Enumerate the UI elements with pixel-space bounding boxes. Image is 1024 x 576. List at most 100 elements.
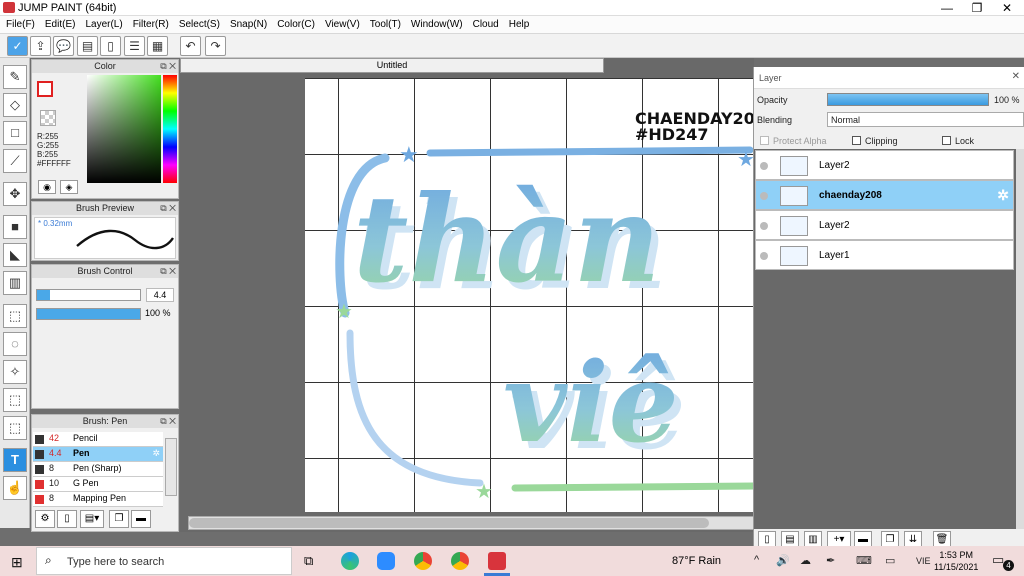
tool-gradient[interactable]: ▥ [3, 271, 27, 295]
menu-snap[interactable]: Snap(N) [225, 16, 272, 34]
task-view-icon[interactable]: ⧉ [304, 553, 313, 569]
tool-bucket[interactable]: ◣ [3, 243, 27, 267]
layer-row[interactable]: Layer1 [755, 240, 1014, 270]
menu-window[interactable]: Window(W) [406, 16, 468, 34]
brush-opacity-slider[interactable] [36, 308, 141, 320]
brush-size-slider[interactable] [36, 289, 141, 301]
tool-eraser[interactable]: ◇ [3, 93, 27, 117]
windows-start-icon[interactable]: ⊞ [11, 554, 23, 571]
clipping-checkbox[interactable] [852, 136, 861, 145]
list-button[interactable]: ☰ [124, 36, 145, 56]
panel-float-close-icon[interactable]: ⧉ ✕ [160, 265, 176, 278]
visibility-toggle[interactable] [760, 192, 768, 200]
brush-list-scrollbar[interactable] [165, 438, 177, 496]
tool-rect-select[interactable]: ⬚ [3, 304, 27, 328]
tool-shape[interactable]: □ [3, 121, 27, 145]
layer-panel-close-icon[interactable]: ✕ [1012, 71, 1020, 82]
tool-magic-wand[interactable]: ✧ [3, 360, 27, 384]
transparent-color-swatch[interactable] [40, 110, 56, 126]
panel-float-close-icon[interactable]: ⧉ ✕ [160, 202, 176, 215]
zoom-icon[interactable] [377, 552, 395, 570]
menu-help[interactable]: Help [504, 16, 535, 34]
tool-move[interactable]: ✥ [3, 182, 27, 206]
menu-cloud[interactable]: Cloud [468, 16, 504, 34]
brush-item[interactable]: 8 Mapping Pen [33, 492, 163, 507]
chrome-profile-icon[interactable] [451, 552, 469, 570]
layer-row[interactable]: chaenday208 ✲ [755, 180, 1014, 210]
menu-edit[interactable]: Edit(E) [40, 16, 81, 34]
canvas-horizontal-scrollbar[interactable] [188, 516, 754, 530]
menu-select[interactable]: Select(S) [174, 16, 225, 34]
language-indicator[interactable]: VIE [916, 556, 931, 566]
weather-widget[interactable]: 87°F Rain [672, 555, 721, 567]
cloud-sync-button[interactable]: ✓ [7, 36, 28, 56]
brush-settings-button[interactable]: ⚙ [35, 510, 55, 528]
display-icon[interactable]: ▭ [885, 554, 895, 567]
tray-chevron-icon[interactable]: ^ [754, 554, 759, 566]
layer-row[interactable]: Layer2 [755, 150, 1014, 180]
panel-float-close-icon[interactable]: ⧉ ✕ [160, 415, 176, 428]
visibility-toggle[interactable] [760, 222, 768, 230]
tool-lasso[interactable]: ◌ [3, 332, 27, 356]
scrollbar-thumb[interactable] [189, 518, 709, 528]
share-button[interactable]: ⇪ [30, 36, 51, 56]
visibility-toggle[interactable] [760, 252, 768, 260]
brush-item[interactable]: 42 Pencil [33, 432, 163, 447]
pen-icon[interactable]: ✒ [826, 554, 835, 567]
blending-select[interactable]: Normal [827, 112, 1024, 127]
menu-filter[interactable]: Filter(R) [128, 16, 174, 34]
document-tab[interactable]: Untitled [180, 58, 604, 73]
menu-color[interactable]: Color(C) [272, 16, 320, 34]
tool-brush[interactable]: ✎ [3, 65, 27, 89]
redo-button[interactable]: ↷ [205, 36, 226, 56]
panel-float-close-icon[interactable]: ⧉ ✕ [160, 60, 176, 73]
menu-view[interactable]: View(V) [320, 16, 365, 34]
layer-row[interactable]: Layer2 [755, 210, 1014, 240]
edge-browser-icon[interactable] [341, 552, 359, 570]
system-clock[interactable]: 1:53 PM 11/15/2021 [934, 549, 978, 573]
maximize-button[interactable]: ❐ [962, 0, 992, 16]
close-button[interactable]: ✕ [992, 0, 1022, 16]
brush-item[interactable]: 10 G Pen [33, 477, 163, 492]
document-button[interactable]: ▯ [100, 36, 121, 56]
brush-menu-button[interactable]: ▤▾ [80, 510, 104, 528]
copy-brush-button[interactable]: ❐ [109, 510, 129, 528]
grid-settings-button[interactable]: ▦ [147, 36, 168, 56]
layer-opacity-slider[interactable] [827, 93, 989, 106]
chrome-icon[interactable] [414, 552, 432, 570]
jump-paint-taskbar-icon[interactable] [488, 552, 506, 570]
color-wheel-button[interactable]: ◉ [38, 180, 56, 194]
brush-folder-button[interactable]: ▬ [131, 510, 151, 528]
menu-tool[interactable]: Tool(T) [365, 16, 406, 34]
layer-list-scrollbar[interactable] [1016, 149, 1024, 529]
brush-size-value[interactable]: 4.4 [146, 288, 174, 302]
foreground-color-swatch[interactable] [37, 81, 53, 97]
color-dropper-button[interactable]: ◈ [60, 180, 78, 194]
protect-alpha-checkbox[interactable] [760, 136, 769, 145]
taskbar-search-box[interactable]: ⌕ Type here to search [36, 547, 292, 575]
undo-button[interactable]: ↶ [180, 36, 201, 56]
comment-button[interactable]: 💬 [53, 36, 74, 56]
brush-item[interactable]: 8 Pen (Sharp) [33, 462, 163, 477]
lock-checkbox[interactable] [942, 136, 951, 145]
saturation-value-picker[interactable] [87, 75, 161, 183]
drawing-canvas[interactable]: ★ ★ ★ ★ thàn thàn viê viê CHAENDAY208 #H… [305, 78, 754, 512]
keyboard-icon[interactable]: ⌨ [856, 554, 872, 567]
message-button[interactable]: ▤ [77, 36, 98, 56]
gear-icon[interactable]: ✲ [152, 448, 160, 459]
tool-select-pen[interactable]: ⬚ [3, 388, 27, 412]
new-brush-button[interactable]: ▯ [57, 510, 77, 528]
gear-icon[interactable]: ✲ [997, 187, 1009, 204]
menu-layer[interactable]: Layer(L) [80, 16, 127, 34]
hue-slider[interactable] [163, 75, 177, 183]
brush-item[interactable]: 4.4 Pen ✲ [33, 447, 163, 462]
volume-icon[interactable]: 🔊 [776, 554, 790, 567]
tool-line[interactable]: ⟋ [3, 149, 27, 173]
cloud-icon[interactable]: ☁ [800, 554, 811, 567]
menu-file[interactable]: File(F) [1, 16, 40, 34]
tool-hand[interactable]: ☝ [3, 476, 27, 500]
tool-text[interactable]: T [3, 448, 27, 472]
tool-fill-rect[interactable]: ■ [3, 215, 27, 239]
visibility-toggle[interactable] [760, 162, 768, 170]
minimize-button[interactable]: — [932, 0, 962, 16]
